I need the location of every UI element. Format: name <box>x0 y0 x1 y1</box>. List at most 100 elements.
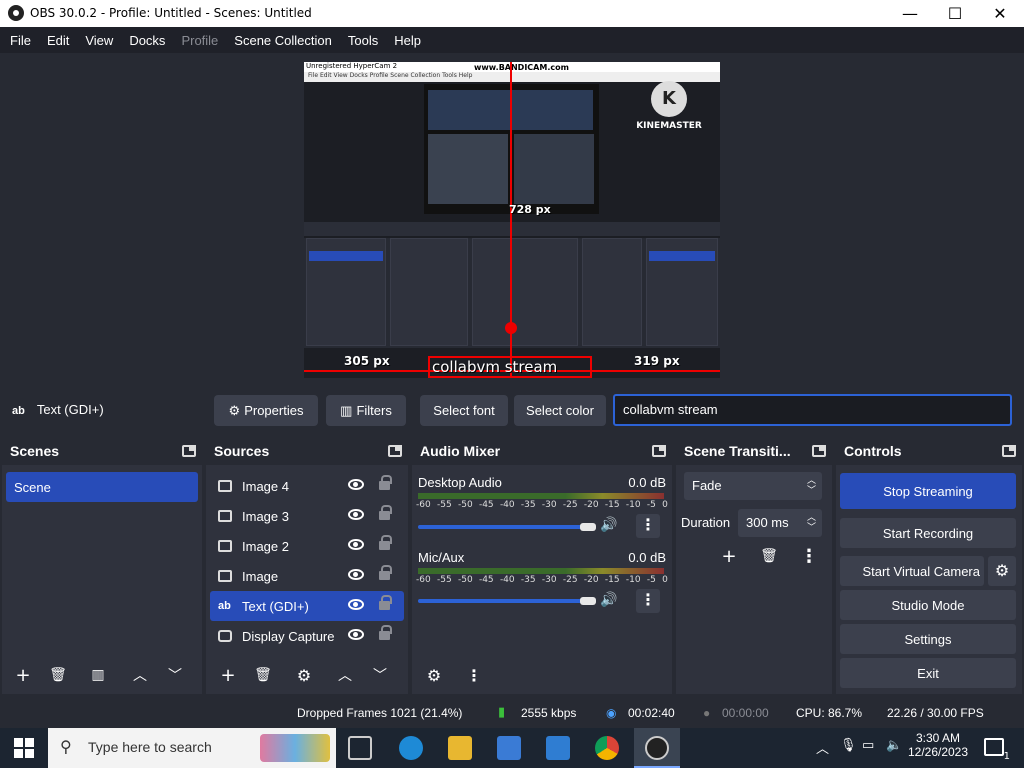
visibility-eye-icon[interactable] <box>348 599 364 610</box>
desktop-audio-menu-button[interactable]: ⋮ <box>636 514 660 538</box>
clock[interactable]: 3:30 AM 12/26/2023 <box>906 731 970 759</box>
visibility-eye-icon[interactable] <box>348 509 364 520</box>
preview-canvas[interactable]: Unregistered HyperCam 2 File Edit View D… <box>304 62 720 378</box>
add-source-button[interactable]: + <box>216 663 240 687</box>
filters-button[interactable]: ▥ Filters <box>326 395 406 426</box>
move-down-icon[interactable]: ﹀ <box>163 663 187 687</box>
desktop-audio-slider-handle[interactable] <box>580 523 596 531</box>
undock-icon[interactable] <box>1002 445 1016 457</box>
visibility-eye-icon[interactable] <box>348 629 364 640</box>
scene-item[interactable]: Scene <box>6 472 198 502</box>
source-item-display-capture[interactable]: Display Capture <box>210 621 404 651</box>
file-explorer-icon[interactable] <box>448 736 472 760</box>
transition-select[interactable]: Fade ︿ ﹀ <box>684 472 822 500</box>
menu-tools[interactable]: Tools <box>340 33 386 48</box>
visibility-eye-icon[interactable] <box>348 539 364 550</box>
undock-icon[interactable] <box>182 445 196 457</box>
source-item-image-4[interactable]: Image 4 <box>210 471 404 501</box>
menu-edit[interactable]: Edit <box>39 33 77 48</box>
source-item-image-2[interactable]: Image 2 <box>210 531 404 561</box>
obs-taskbar-button[interactable] <box>634 728 680 768</box>
source-item-text-gdi[interactable]: ab Text (GDI+) <box>210 591 404 621</box>
remove-transition-trash-icon[interactable]: 🗑 <box>757 544 781 568</box>
source-item-image-3[interactable]: Image 3 <box>210 501 404 531</box>
mail-icon[interactable] <box>546 736 570 760</box>
transition-value: Fade <box>692 478 722 493</box>
sources-dock: Sources Image 4 Image 3 Image 2 Image ab… <box>206 437 408 694</box>
menu-view[interactable]: View <box>77 33 121 48</box>
settings-button[interactable]: Settings <box>840 624 1016 654</box>
undock-icon[interactable] <box>652 445 666 457</box>
source-properties-gear-icon[interactable]: ⚙ <box>292 663 316 687</box>
task-view-icon[interactable] <box>348 736 372 760</box>
move-up-icon[interactable]: ︿ <box>333 663 357 687</box>
virtual-camera-settings-gear-icon[interactable]: ⚙ <box>988 556 1016 586</box>
select-color-button[interactable]: Select color <box>514 395 606 426</box>
remove-scene-trash-icon[interactable]: 🗑 <box>46 663 70 687</box>
chrome-icon[interactable] <box>595 736 619 760</box>
mic-aux-slider-handle[interactable] <box>580 597 596 605</box>
studio-mode-button[interactable]: Studio Mode <box>840 590 1016 620</box>
text-input[interactable]: collabvm stream <box>613 394 1012 426</box>
taskbar-search[interactable]: ⚲ Type here to search <box>48 728 336 768</box>
desktop-audio-volume-slider[interactable] <box>418 525 594 529</box>
minimize-button[interactable]: — <box>887 0 933 27</box>
sources-title: Sources <box>214 443 270 459</box>
duration-input[interactable]: 300 ms ︿ ﹀ <box>738 509 822 537</box>
transition-menu-dots-icon[interactable]: ⋮ <box>797 544 821 568</box>
exit-button[interactable]: Exit <box>840 658 1016 688</box>
store-icon[interactable] <box>497 736 521 760</box>
tray-chevron-icon[interactable]: ︿ <box>816 738 829 757</box>
spinner-icon: ︿ ﹀ <box>806 512 816 532</box>
microphone-icon[interactable]: 🎙 <box>840 738 857 753</box>
visibility-eye-icon[interactable] <box>348 479 364 490</box>
move-up-icon[interactable]: ︿ <box>128 663 152 687</box>
menu-scene-collection[interactable]: Scene Collection <box>226 33 340 48</box>
remove-source-trash-icon[interactable]: 🗑 <box>251 663 275 687</box>
scene-filters-icon[interactable]: ▥ <box>86 663 110 687</box>
controls-title: Controls <box>844 443 902 459</box>
properties-button[interactable]: ⚙ Properties <box>214 395 318 426</box>
notification-icon[interactable]: 1 <box>984 738 1010 762</box>
menu-docks[interactable]: Docks <box>121 33 173 48</box>
move-down-icon[interactable]: ﹀ <box>368 663 392 687</box>
speaker-icon[interactable]: 🔊 <box>600 592 617 608</box>
add-scene-button[interactable]: + <box>11 663 35 687</box>
menu-profile[interactable]: Profile <box>173 33 226 48</box>
windows-start-icon[interactable] <box>14 738 34 758</box>
undock-icon[interactable] <box>388 445 402 457</box>
visibility-eye-icon[interactable] <box>348 569 364 580</box>
sources-header: Sources <box>206 437 408 465</box>
close-button[interactable]: ✕ <box>977 0 1023 27</box>
start-recording-button[interactable]: Start Recording <box>840 518 1016 548</box>
mic-aux-volume-slider[interactable] <box>418 599 594 603</box>
image-icon <box>218 480 232 492</box>
guide-handle[interactable] <box>505 322 517 334</box>
start-virtual-camera-button[interactable]: Start Virtual Camera <box>840 556 984 586</box>
lock-icon[interactable] <box>379 565 392 580</box>
text-source-render[interactable]: collabvm stream <box>432 358 557 376</box>
undock-icon[interactable] <box>812 445 826 457</box>
mic-aux-menu-button[interactable]: ⋮ <box>636 589 660 613</box>
source-item-image[interactable]: Image <box>210 561 404 591</box>
stop-streaming-button[interactable]: Stop Streaming <box>840 473 1016 509</box>
add-transition-button[interactable]: + <box>717 544 741 568</box>
select-font-button[interactable]: Select font <box>420 395 508 426</box>
lock-icon[interactable] <box>379 625 392 640</box>
lock-icon[interactable] <box>379 475 392 490</box>
speaker-icon[interactable]: 🔊 <box>600 517 617 533</box>
edge-icon[interactable] <box>399 736 423 760</box>
audio-menu-dots-icon[interactable]: ⋮ <box>462 663 486 687</box>
lock-icon[interactable] <box>379 535 392 550</box>
maximize-button[interactable]: ☐ <box>932 0 978 27</box>
volume-icon[interactable]: 🔈 <box>886 738 902 753</box>
lock-icon[interactable] <box>379 505 392 520</box>
selected-source-label: ab Text (GDI+) <box>12 402 104 417</box>
menu-help[interactable]: Help <box>386 33 429 48</box>
distance-left-label: 305 px <box>344 354 390 368</box>
menu-file[interactable]: File <box>2 33 39 48</box>
distance-top-label: 728 px <box>509 203 551 216</box>
lock-icon[interactable] <box>379 595 392 610</box>
network-icon[interactable]: ▭ <box>862 738 874 753</box>
audio-settings-gear-icon[interactable]: ⚙ <box>422 663 446 687</box>
